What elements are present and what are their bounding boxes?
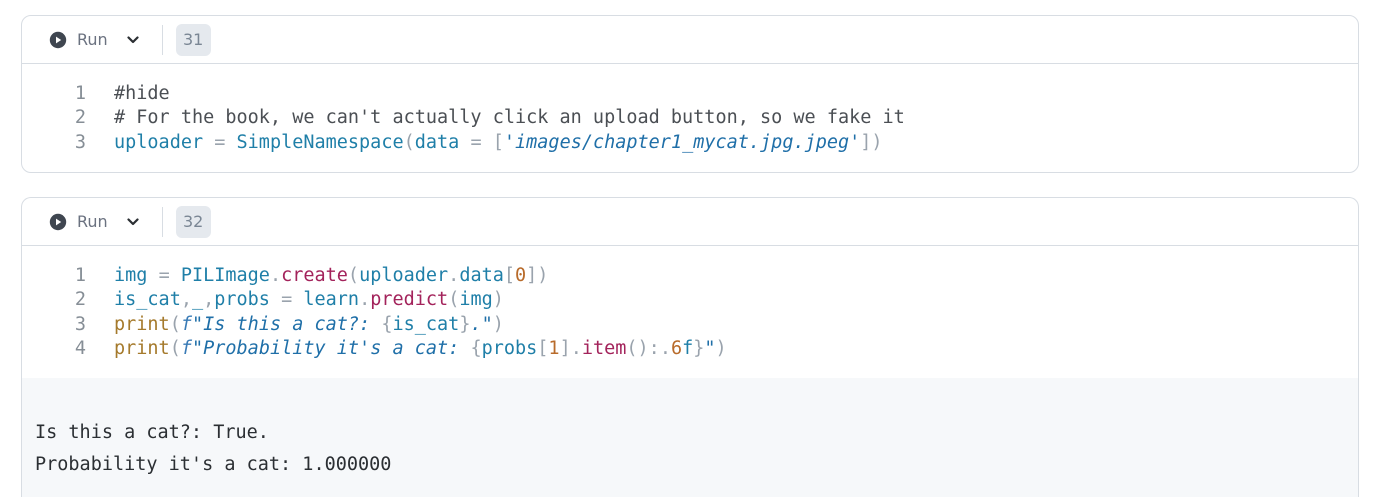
code-line: 3 uploader = SimpleNamespace(data = ['im… <box>22 131 1358 155</box>
code-text: is_cat,_,probs = learn.predict(img) <box>114 289 504 311</box>
code-line: 2 is_cat,_,probs = learn.predict(img) <box>22 288 1358 312</box>
run-label: Run <box>77 30 108 49</box>
line-number: 1 <box>74 83 86 104</box>
play-circle-icon <box>49 213 67 230</box>
line-number: 3 <box>74 313 86 335</box>
line-number: 1 <box>74 265 86 286</box>
code-text: #hide <box>114 83 170 104</box>
code-cell-32[interactable]: Run 32 1 img = PILImage.create(uploader.… <box>21 197 1359 497</box>
play-circle-icon <box>49 31 67 48</box>
line-number: 4 <box>74 337 86 359</box>
code-editor[interactable]: 1 img = PILImage.create(uploader.data[0]… <box>22 246 1358 361</box>
code-editor[interactable]: 1 #hide 2 # For the book, we can't actua… <box>22 64 1358 155</box>
chevron-down-icon[interactable] <box>126 215 140 229</box>
toolbar-divider <box>161 206 163 237</box>
code-text: print(f"Probability it's a cat: {probs[1… <box>114 337 727 359</box>
code-line: 3 print(f"Is this a cat?: {is_cat}.") <box>22 313 1358 337</box>
code-text: print(f"Is this a cat?: {is_cat}.") <box>114 313 504 335</box>
chevron-down-icon[interactable] <box>126 33 140 47</box>
output-line: Is this a cat?: True. <box>35 422 269 443</box>
execution-count-badge: 32 <box>175 205 211 238</box>
line-number: 2 <box>74 289 86 311</box>
code-line: 2 # For the book, we can't actually clic… <box>22 106 1358 130</box>
output-line: Probability it's a cat: 1.000000 <box>35 454 392 475</box>
cell-toolbar: Run 31 <box>22 16 1358 64</box>
code-line: 4 print(f"Probability it's a cat: {probs… <box>22 337 1358 361</box>
code-line: 1 #hide <box>22 82 1358 106</box>
cell-toolbar: Run 32 <box>22 198 1358 246</box>
cell-output: Is this a cat?: True. Probability it's a… <box>22 378 1358 497</box>
line-number: 3 <box>74 131 86 153</box>
line-number: 2 <box>74 107 86 129</box>
code-cell-31[interactable]: Run 31 1 #hide 2 # For the book, we can'… <box>21 15 1359 173</box>
run-label: Run <box>77 212 108 231</box>
code-text: # For the book, we can't actually click … <box>114 107 905 129</box>
execution-count-badge: 31 <box>175 23 211 56</box>
run-button[interactable]: Run <box>49 30 108 49</box>
code-line: 1 img = PILImage.create(uploader.data[0]… <box>22 264 1358 288</box>
code-text: uploader = SimpleNamespace(data = ['imag… <box>114 131 883 153</box>
run-button[interactable]: Run <box>49 212 108 231</box>
toolbar-divider <box>161 24 163 55</box>
code-text: img = PILImage.create(uploader.data[0]) <box>114 265 549 286</box>
